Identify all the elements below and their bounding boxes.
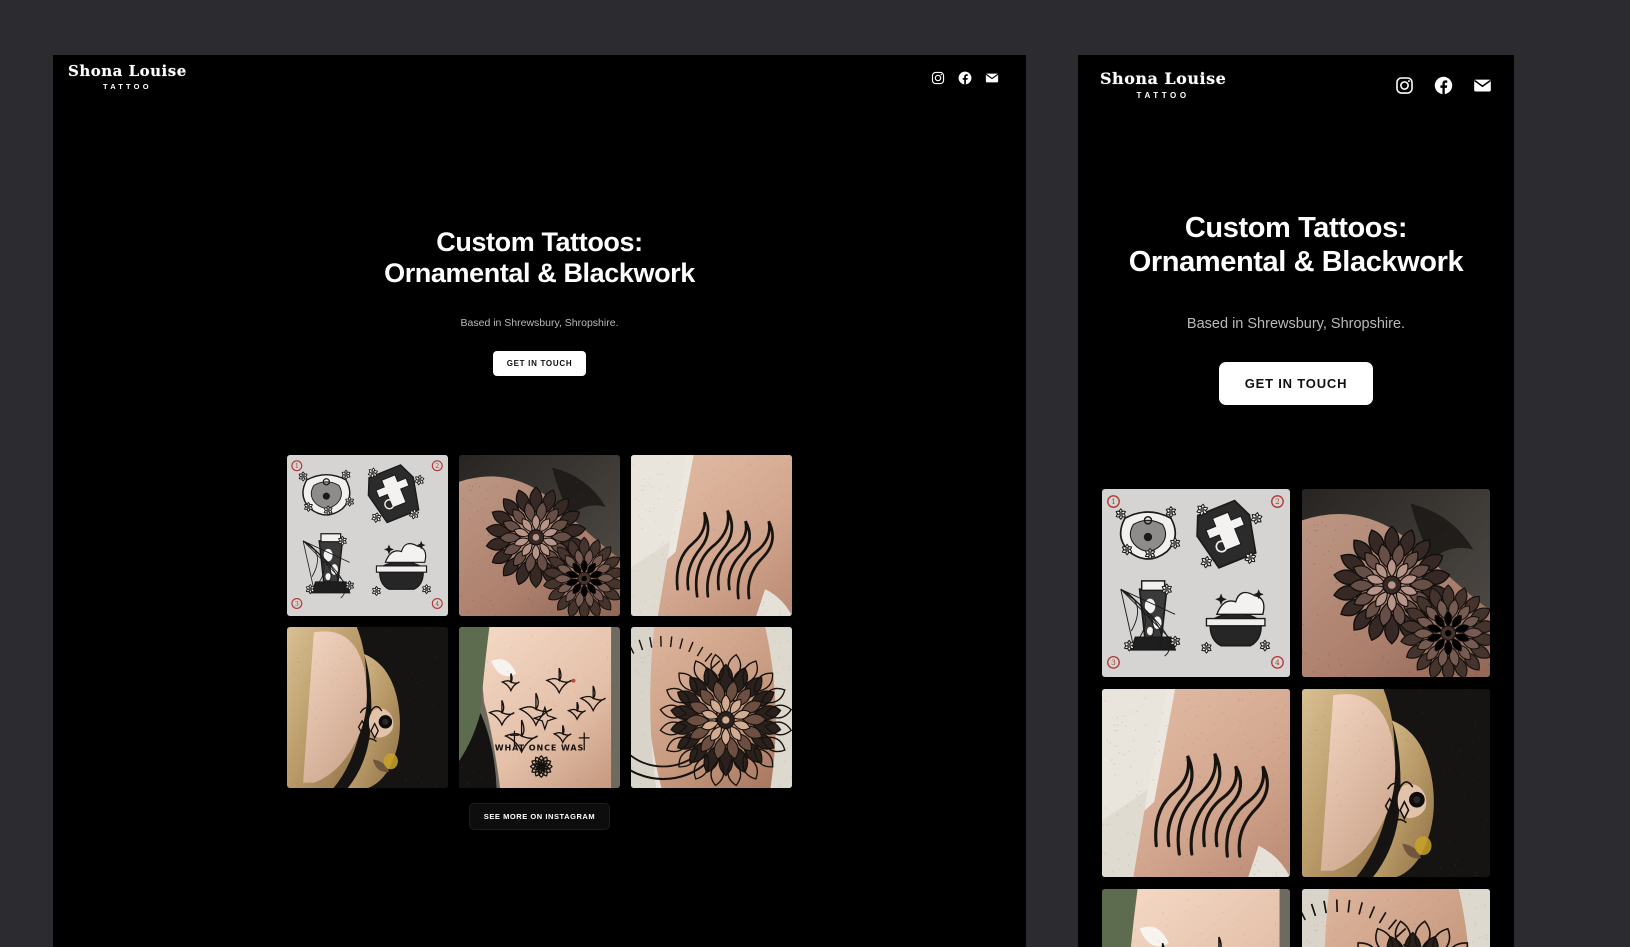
hero-title-line-2-mobile: Ornamental & Blackwork — [1128, 245, 1464, 278]
mail-icon[interactable] — [1473, 76, 1492, 95]
gallery-grid-mobile: 1 2 3 4 — [1078, 489, 1514, 947]
gallery-tile[interactable] — [631, 626, 792, 788]
mail-icon[interactable] — [985, 71, 999, 85]
get-in-touch-button-mobile[interactable]: GET IN TOUCH — [1218, 362, 1374, 406]
desktop-viewport: Shona Louise TATTOO Custom Tattoos: Orna… — [53, 55, 1026, 947]
tattoo-photo-mandala-leg — [1302, 889, 1490, 947]
svg-text:4: 4 — [1275, 658, 1280, 667]
get-in-touch-button[interactable]: GET IN TOUCH — [492, 350, 587, 376]
tattoo-photo-chest: WHAT ONCE WAS — [1102, 889, 1290, 947]
instagram-icon[interactable] — [931, 71, 945, 85]
page-title: Custom Tattoos: Ornamental & Blackwork — [53, 227, 1026, 289]
tattoo-photo-portrait — [1302, 689, 1490, 878]
facebook-icon[interactable] — [958, 71, 972, 85]
tattoo-photo-portrait — [287, 626, 448, 788]
mobile-viewport: Shona Louise TATTOO Custom Tattoos: Orna… — [1078, 55, 1514, 947]
tattoo-photo-flash: 1 2 3 4 — [287, 454, 448, 616]
gallery-tile[interactable] — [1102, 689, 1290, 878]
tattoo-photo-mandala-leg — [631, 626, 792, 788]
tattoo-photo-flames — [1102, 689, 1290, 878]
svg-text:1: 1 — [1111, 497, 1116, 506]
screenshot-stage: Shona Louise TATTOO Custom Tattoos: Orna… — [0, 0, 1630, 947]
page-title-mobile: Custom Tattoos: Ornamental & Blackwork — [1078, 212, 1514, 279]
svg-text:3: 3 — [295, 600, 299, 607]
brand-logo[interactable]: Shona Louise TATTOO — [68, 64, 187, 91]
svg-text:WHAT ONCE WAS: WHAT ONCE WAS — [495, 743, 584, 752]
hero-title-line-1: Custom Tattoos: — [436, 227, 643, 257]
svg-text:2: 2 — [435, 463, 439, 470]
hero-title-line-1-mobile: Custom Tattoos: — [1184, 212, 1408, 244]
hero-title-line-2: Ornamental & Blackwork — [384, 257, 695, 288]
brand-subtitle: TATTOO — [102, 82, 152, 92]
svg-text:3: 3 — [1111, 658, 1116, 667]
gallery-tile[interactable]: WHAT ONCE WAS — [1102, 889, 1290, 947]
social-links-mobile — [1395, 76, 1492, 95]
social-links — [931, 71, 999, 85]
hero-subtitle: Based in Shrewsbury, Shropshire. — [460, 316, 619, 329]
site-header-mobile: Shona Louise TATTOO — [1078, 55, 1514, 116]
gallery-tile[interactable] — [1302, 689, 1490, 878]
gallery-cta-wrapper-desktop: SEE MORE ON INSTAGRAM — [53, 802, 1026, 830]
brand-name: Shona Louise — [68, 62, 187, 81]
gallery-grid-desktop: 1 2 3 4 WHAT ONCE WAS — [53, 454, 1026, 788]
brand-name-mobile: Shona Louise — [1100, 69, 1227, 88]
instagram-icon[interactable] — [1395, 76, 1414, 95]
tattoo-photo-mandala-shoulder — [1302, 489, 1490, 678]
tattoo-photo-chest: WHAT ONCE WAS — [459, 626, 620, 788]
gallery-tile[interactable] — [1302, 489, 1490, 678]
gallery-tile[interactable]: 1 2 3 4 — [1102, 489, 1290, 678]
svg-text:1: 1 — [295, 463, 299, 470]
gallery-tile[interactable] — [631, 454, 792, 616]
hero-subtitle-mobile: Based in Shrewsbury, Shropshire. — [1186, 316, 1406, 333]
hero-section: Custom Tattoos: Ornamental & Blackwork B… — [53, 100, 1026, 376]
facebook-icon[interactable] — [1434, 76, 1453, 95]
gallery-tile[interactable] — [1302, 889, 1490, 947]
tattoo-photo-flash: 1 2 3 4 — [1102, 489, 1290, 678]
brand-logo-mobile[interactable]: Shona Louise TATTOO — [1100, 71, 1226, 100]
gallery-tile[interactable]: 1 2 3 4 — [287, 454, 448, 616]
gallery-tile[interactable]: WHAT ONCE WAS — [459, 626, 620, 788]
hero-section-mobile: Custom Tattoos: Ornamental & Blackwork B… — [1078, 116, 1514, 406]
site-header: Shona Louise TATTOO — [53, 55, 1026, 100]
gallery-tile[interactable] — [459, 454, 620, 616]
gallery-tile[interactable] — [287, 626, 448, 788]
tattoo-photo-mandala-shoulder — [459, 454, 620, 616]
svg-text:4: 4 — [435, 600, 439, 607]
see-more-on-instagram-button[interactable]: SEE MORE ON INSTAGRAM — [468, 802, 611, 830]
svg-text:2: 2 — [1275, 497, 1280, 506]
tattoo-photo-flames — [631, 454, 792, 616]
brand-subtitle-mobile: TATTOO — [1136, 91, 1190, 100]
